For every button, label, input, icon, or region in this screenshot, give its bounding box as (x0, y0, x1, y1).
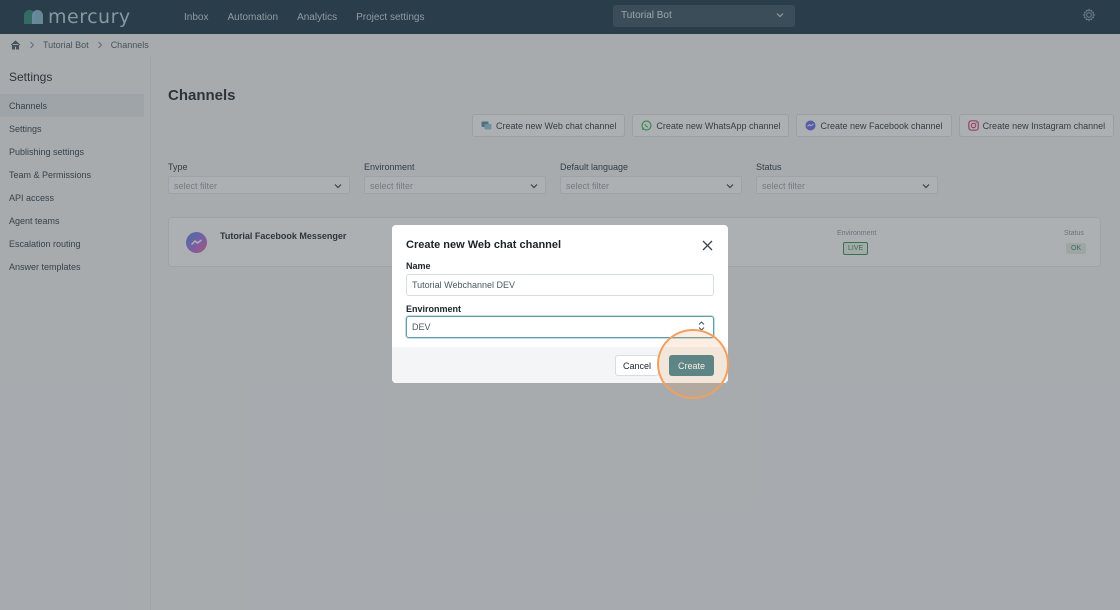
create-button[interactable]: Create (669, 355, 714, 376)
modal-footer: Cancel Create (392, 347, 728, 383)
name-input-value: Tutorial Webchannel DEV (412, 280, 516, 290)
cancel-button[interactable]: Cancel (615, 355, 660, 376)
create-webchat-modal: Create new Web chat channel Name Tutoria… (392, 225, 728, 383)
environment-select[interactable]: DEV (406, 316, 714, 338)
name-field-label: Name (406, 261, 431, 271)
modal-title: Create new Web chat channel (406, 239, 562, 251)
name-input[interactable]: Tutorial Webchannel DEV (406, 274, 714, 296)
select-arrows-icon (698, 321, 705, 331)
environment-select-value: DEV (412, 322, 431, 332)
environment-field-label: Environment (406, 304, 462, 314)
close-icon[interactable] (702, 240, 713, 251)
